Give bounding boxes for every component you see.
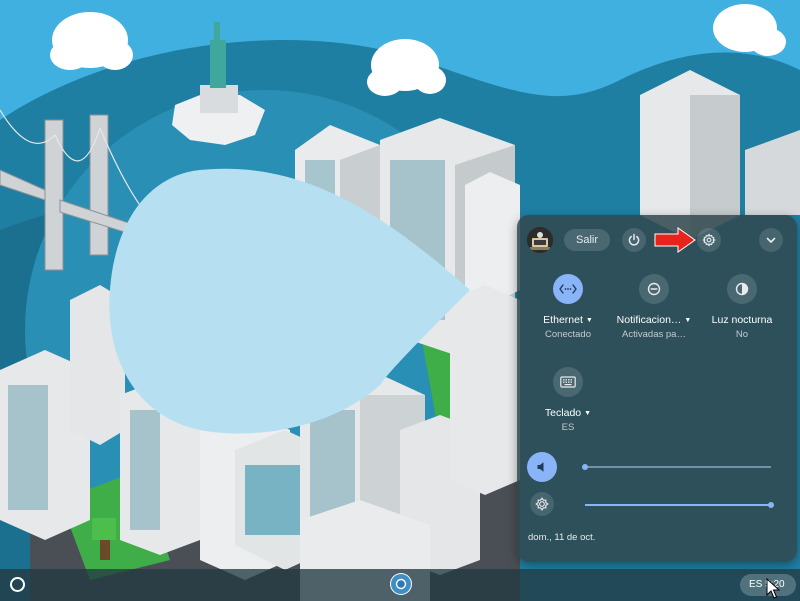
night-light-icon (735, 282, 749, 296)
brightness-slider-thumb[interactable] (768, 502, 774, 508)
launcher-icon[interactable] (10, 577, 25, 592)
shelf: ES 5:20 (0, 569, 800, 601)
ethernet-status: Conectado (545, 329, 591, 340)
date-label[interactable]: dom., 11 de oct. (528, 532, 595, 543)
night-light-status: No (735, 329, 749, 340)
ethernet-label[interactable]: Ethernet ▼ (543, 314, 593, 326)
notifications-toggle[interactable] (639, 274, 669, 304)
mouse-cursor-icon (766, 578, 781, 599)
notifications-status: Activadas pa… (622, 329, 686, 340)
brightness-slider-fill (585, 504, 771, 506)
gear-icon[interactable] (697, 228, 721, 252)
ethernet-icon (559, 284, 577, 294)
keyboard-label[interactable]: Teclado ▼ (545, 407, 591, 419)
chrome-icon[interactable] (389, 572, 413, 596)
keyboard-toggle[interactable] (553, 367, 583, 397)
red-arrow-icon (654, 227, 696, 253)
night-light-label[interactable]: Luz nocturna (712, 314, 773, 326)
user-avatar-icon[interactable] (527, 227, 553, 253)
quick-settings-panel: Salir Ethernet ▼ Conectado Notificacion…… (517, 215, 797, 562)
keyboard-icon (560, 376, 576, 388)
volume-slider-thumb[interactable] (582, 464, 588, 470)
notifications-label[interactable]: Notificacion… ▼ (617, 314, 692, 326)
sign-out-button[interactable]: Salir (564, 229, 610, 251)
chevron-down-icon[interactable] (759, 228, 783, 252)
brightness-icon (535, 497, 549, 511)
volume-mute-button[interactable] (527, 452, 557, 482)
brightness-button (530, 492, 554, 516)
keyboard-status: ES (561, 422, 575, 433)
do-not-disturb-icon (647, 282, 661, 296)
ethernet-toggle[interactable] (553, 274, 583, 304)
night-light-toggle[interactable] (727, 274, 757, 304)
power-icon[interactable] (622, 228, 646, 252)
volume-icon (537, 462, 544, 472)
volume-slider[interactable] (585, 466, 771, 468)
